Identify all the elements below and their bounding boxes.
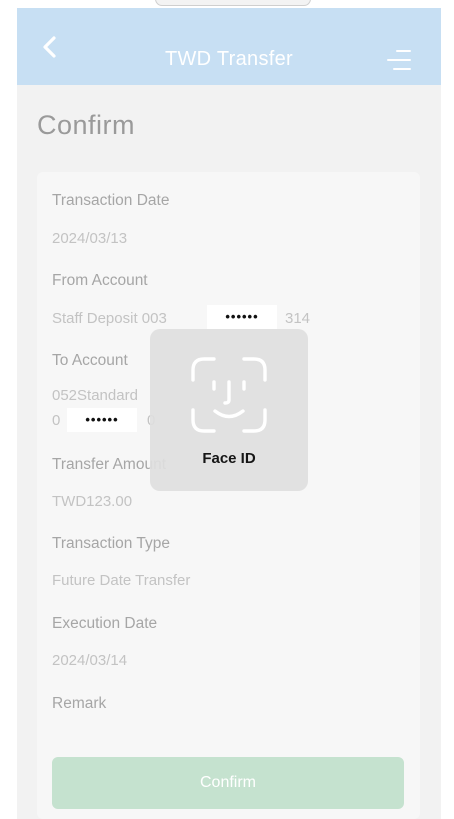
- to-account-value-line2-prefix: 0: [52, 412, 61, 429]
- transfer-details-card: Transaction Date 2024/03/13 From Account…: [37, 172, 420, 819]
- execution-date-value: 2024/03/14: [52, 652, 128, 669]
- remark-label: Remark: [52, 695, 107, 712]
- to-account-label: To Account: [52, 352, 128, 369]
- to-account-mask: ••••••: [67, 408, 137, 432]
- transfer-amount-label: Transfer Amount: [52, 456, 167, 473]
- face-id-label: Face ID: [202, 450, 256, 467]
- menu-icon: [387, 50, 411, 70]
- status-strip: [0, 0, 454, 8]
- transaction-type-label: Transaction Type: [52, 535, 171, 552]
- from-account-mask: ••••••: [207, 305, 277, 329]
- confirm-button[interactable]: Confirm: [52, 757, 404, 809]
- nav-title: TWD Transfer: [164, 48, 294, 70]
- execution-date-label: Execution Date: [52, 615, 158, 632]
- from-account-value-prefix: Staff Deposit 003: [52, 310, 167, 327]
- transfer-amount-value: TWD123.00: [52, 493, 133, 510]
- to-account-value-line1: 052Standard: [52, 387, 138, 404]
- from-account-label: From Account: [52, 272, 148, 289]
- face-id-overlay: Face ID: [150, 329, 308, 491]
- transaction-type-value: Future Date Transfer: [52, 572, 191, 589]
- top-pill-indicator: [155, 0, 311, 6]
- menu-button[interactable]: [386, 46, 412, 74]
- transaction-date-label: Transaction Date: [52, 192, 170, 209]
- transaction-date-value: 2024/03/13: [52, 230, 128, 247]
- page-heading: Confirm: [37, 110, 136, 140]
- face-id-icon: [191, 357, 267, 433]
- from-account-value-suffix: 314: [285, 310, 311, 327]
- nav-bar: TWD Transfer: [17, 8, 441, 85]
